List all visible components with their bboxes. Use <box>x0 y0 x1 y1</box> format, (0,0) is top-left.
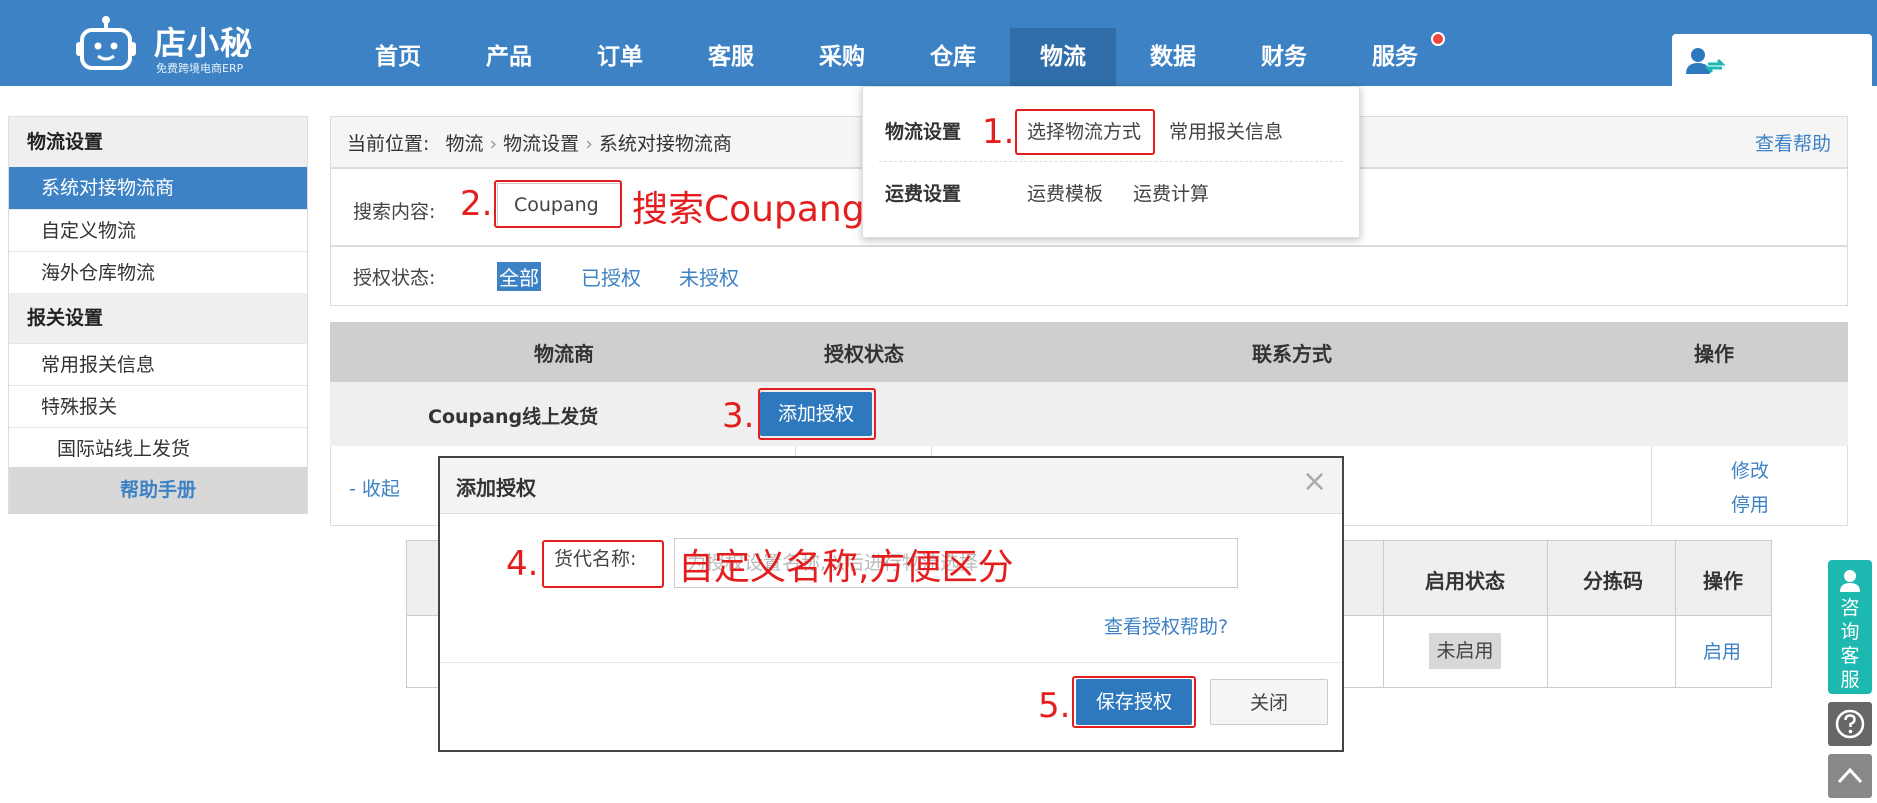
breadcrumb-item: 系统对接物流商 <box>598 133 732 155</box>
step-4-marker: 4. <box>506 544 539 584</box>
dropdown-section-freight: 运费设置 <box>885 183 962 205</box>
help-question-button[interactable] <box>1828 702 1872 746</box>
menu-customs-info[interactable]: 常用报关信息 <box>1169 117 1283 144</box>
close-icon[interactable]: × <box>1302 464 1327 499</box>
close-button[interactable]: 关闭 <box>1210 679 1328 725</box>
sidebar-item-custom-logistics[interactable]: 自定义物流 <box>9 209 307 251</box>
nav-products[interactable]: 产品 <box>467 28 551 86</box>
step-5-highlight <box>1072 676 1196 728</box>
sidebar: 物流设置 系统对接物流商 自定义物流 海外仓库物流 报关设置 常用报关信息 特殊… <box>8 116 308 514</box>
step-2-highlight <box>494 180 622 228</box>
col-provider: 物流商 <box>534 342 594 366</box>
notification-dot-icon <box>1431 32 1445 46</box>
consult-label-char: 咨 <box>1840 597 1860 619</box>
help-manual-button[interactable]: 帮助手册 <box>9 467 307 514</box>
brand-name: 店小秘 <box>154 24 254 62</box>
chevron-up-icon <box>1837 767 1863 784</box>
sidebar-item-intl-online-shipping[interactable]: 国际站线上发货 <box>9 427 307 469</box>
cell-divider <box>1651 446 1652 525</box>
brand-logo[interactable]: 店小秘 免费跨境电商ERP <box>72 8 272 78</box>
menu-freight-calculator[interactable]: 运费计算 <box>1133 179 1209 206</box>
dialog-footer: 保存授权 关闭 <box>440 662 1342 750</box>
add-authorization-dialog: 添加授权 × 货代名称: 为授权设置名称,以后进行物流选择 查看授权帮助? 保存… <box>438 456 1344 752</box>
col-auth-status: 授权状态 <box>824 342 904 366</box>
disable-link[interactable]: 停用 <box>1731 490 1769 517</box>
status-badge: 未启用 <box>1429 633 1501 669</box>
consult-label-char: 服 <box>1840 669 1860 691</box>
breadcrumb: 当前位置: 物流 › 物流设置 › 系统对接物流商 <box>347 129 732 156</box>
step-2-note: 搜索Coupang <box>632 189 865 230</box>
menu-freight-template[interactable]: 运费模板 <box>1027 179 1103 206</box>
cell-divider <box>1383 541 1384 687</box>
provider-name: Coupang线上发货 <box>428 406 599 428</box>
step-5-marker: 5. <box>1038 686 1071 726</box>
filter-authorized[interactable]: 已授权 <box>581 262 641 291</box>
col-sub-actions: 操作 <box>1703 569 1743 593</box>
nav-warehouse[interactable]: 仓库 <box>911 28 995 86</box>
breadcrumb-item[interactable]: 物流设置 <box>503 133 579 155</box>
collapse-link[interactable]: - 收起 <box>349 474 400 501</box>
auth-filter-panel: 授权状态: 全部 已授权 未授权 <box>330 246 1848 306</box>
enable-link[interactable]: 启用 <box>1703 637 1741 664</box>
dropdown-section-logistics: 物流设置 <box>885 121 962 143</box>
step-3-marker: 3. <box>722 396 755 436</box>
sidebar-item-system-carriers[interactable]: 系统对接物流商 <box>9 167 307 209</box>
sidebar-section-logistics-settings: 物流设置 <box>9 117 307 167</box>
breadcrumb-item[interactable]: 物流 <box>445 133 483 155</box>
brand-tagline: 免费跨境电商ERP <box>156 62 244 75</box>
col-enable-status: 启用状态 <box>1425 569 1505 593</box>
question-icon <box>1835 709 1865 739</box>
sidebar-section-customs-settings: 报关设置 <box>9 293 307 343</box>
nav-purchasing[interactable]: 采购 <box>800 28 884 86</box>
sidebar-item-overseas-warehouse[interactable]: 海外仓库物流 <box>9 251 307 293</box>
consult-label-char: 客 <box>1840 645 1860 667</box>
step-2-marker: 2. <box>460 184 493 224</box>
step-4-note: 自定义名称,方便区分 <box>678 547 1014 588</box>
nav-customer-service[interactable]: 客服 <box>689 28 773 86</box>
auth-status-label: 授权状态: <box>353 267 436 289</box>
nav-finance[interactable]: 财务 <box>1242 28 1326 86</box>
table-header: 物流商 授权状态 联系方式 操作 <box>330 322 1848 382</box>
nav-logistics[interactable]: 物流 <box>1010 28 1116 86</box>
nav-home[interactable]: 首页 <box>356 28 440 86</box>
cell-divider <box>1675 541 1676 687</box>
col-sort-code: 分拣码 <box>1583 569 1643 593</box>
dialog-header: 添加授权 × <box>440 458 1342 514</box>
sidebar-item-customs-info[interactable]: 常用报关信息 <box>9 343 307 385</box>
search-label: 搜索内容: <box>353 201 436 223</box>
col-actions: 操作 <box>1694 342 1734 366</box>
step-3-highlight <box>758 388 876 440</box>
modify-link[interactable]: 修改 <box>1731 456 1769 483</box>
dialog-title: 添加授权 <box>456 476 536 500</box>
col-contact: 联系方式 <box>1252 342 1332 366</box>
chevron-right-icon: › <box>489 133 504 155</box>
chevron-right-icon: › <box>585 133 599 155</box>
table-row: Coupang线上发货 添加授权 <box>330 382 1848 446</box>
top-navigation-bar: 店小秘 免费跨境电商ERP 首页 产品 订单 客服 采购 仓库 物流 数据 财务… <box>0 0 1877 86</box>
cell-divider <box>1547 541 1548 687</box>
nav-data[interactable]: 数据 <box>1131 28 1215 86</box>
sidebar-item-special-customs[interactable]: 特殊报关 <box>9 385 307 427</box>
view-help-link[interactable]: 查看帮助 <box>1755 129 1831 156</box>
back-to-top-button[interactable] <box>1828 754 1872 798</box>
step-1-highlight <box>1015 109 1155 155</box>
consult-label: 咨 询 客 服 <box>1828 596 1872 692</box>
consult-label-char: 询 <box>1840 621 1860 643</box>
filter-unauthorized[interactable]: 未授权 <box>679 262 739 291</box>
view-auth-help-link[interactable]: 查看授权帮助? <box>1104 612 1228 639</box>
robot-logo-icon <box>76 16 136 70</box>
consult-customer-service-button[interactable]: 咨 询 客 服 <box>1828 560 1872 694</box>
breadcrumb-prefix: 当前位置: <box>347 133 430 155</box>
chat-person-icon <box>1840 570 1860 592</box>
nav-services[interactable]: 服务 <box>1353 28 1437 86</box>
dropdown-divider <box>879 161 1343 162</box>
step-1-marker: 1. <box>982 112 1015 152</box>
nav-orders[interactable]: 订单 <box>578 28 662 86</box>
user-switch-icon <box>1686 48 1726 74</box>
filter-all[interactable]: 全部 <box>497 262 541 291</box>
user-menu[interactable] <box>1672 34 1872 86</box>
step-4-highlight <box>542 540 664 588</box>
